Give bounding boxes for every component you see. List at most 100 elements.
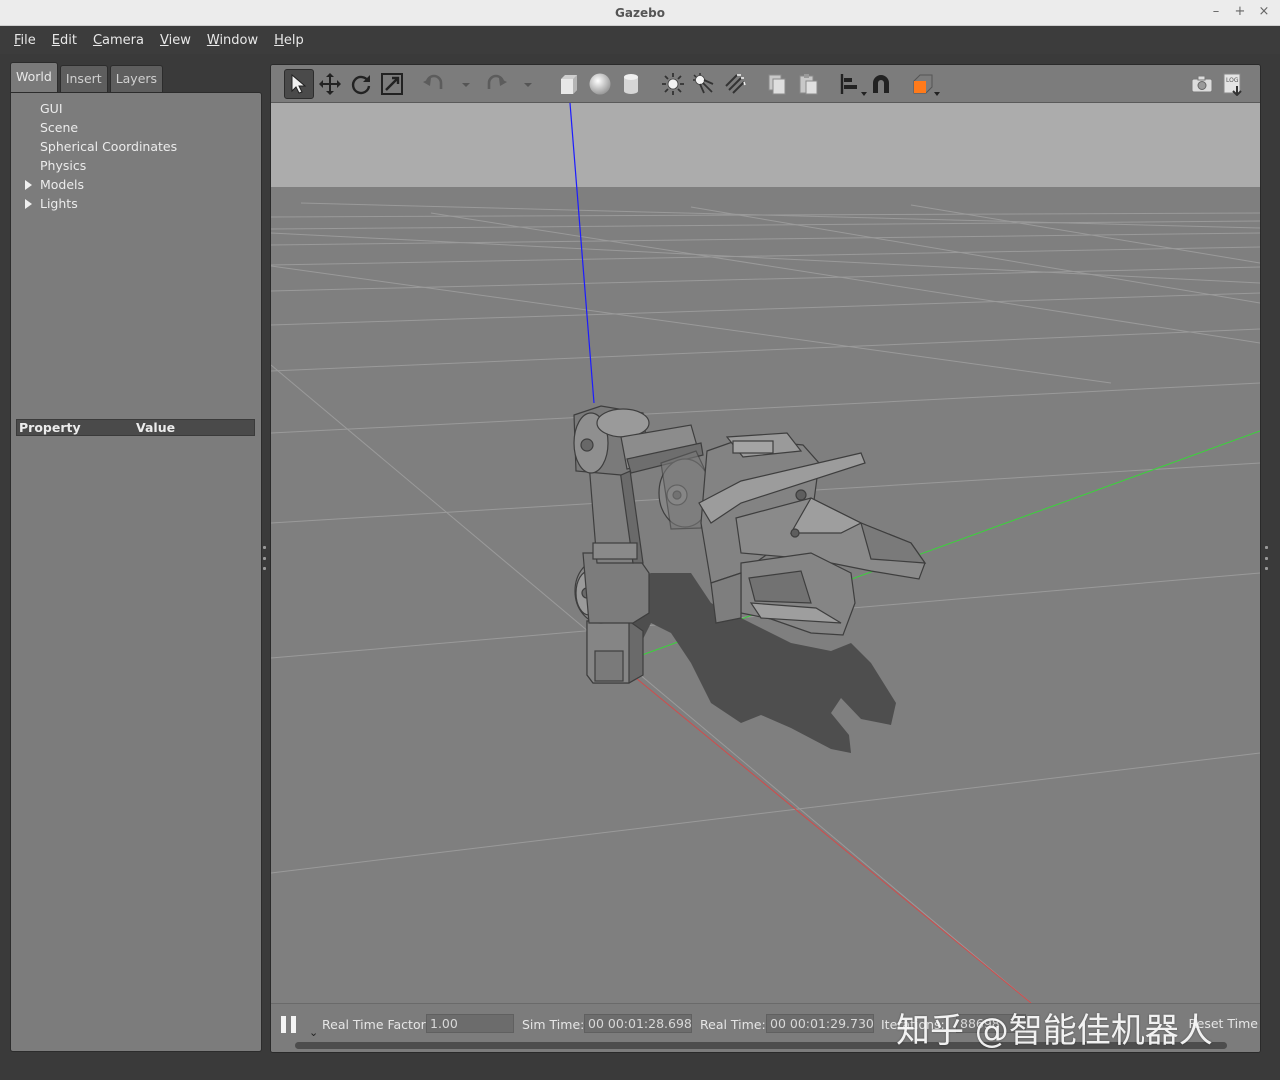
snap-button[interactable] xyxy=(866,69,896,99)
spot-light-icon xyxy=(693,73,714,94)
scale-icon xyxy=(381,73,403,95)
window-title: Gazebo xyxy=(615,6,665,20)
value-column-header[interactable]: Value xyxy=(136,420,175,435)
menu-help-label: elp xyxy=(283,32,304,48)
cylinder-icon xyxy=(624,74,638,94)
select-mode-button[interactable] xyxy=(284,69,314,99)
menu-edit-label: dit xyxy=(60,32,77,48)
redo-icon xyxy=(487,74,507,89)
directional-light-button[interactable] xyxy=(720,69,750,99)
tab-insert[interactable]: Insert xyxy=(59,65,108,92)
menu-view-label: iew xyxy=(168,32,191,48)
world-panel: GUI Scene Spherical Coordinates Physics … xyxy=(10,92,262,1052)
paste-button[interactable] xyxy=(793,69,823,99)
menu-camera-accel: C xyxy=(92,32,103,48)
close-button[interactable]: × xyxy=(1258,4,1270,19)
real-time-value: 00 00:01:29.730 xyxy=(766,1014,874,1033)
align-button[interactable] xyxy=(835,69,867,99)
screenshot-button[interactable] xyxy=(1187,69,1217,99)
box-shape-button[interactable] xyxy=(554,69,584,99)
real-time-factor-label: Real Time Factor: xyxy=(322,1017,430,1032)
3d-scene[interactable] xyxy=(271,103,1260,1003)
viewport-toolbar: LOG xyxy=(271,65,1260,103)
menu-view-accel: V xyxy=(160,32,169,48)
tab-world[interactable]: World xyxy=(10,62,58,92)
camera-icon xyxy=(1191,75,1213,93)
pause-button[interactable] xyxy=(281,1016,297,1033)
tree-item-physics[interactable]: Physics xyxy=(11,156,261,175)
copy-icon xyxy=(768,74,786,95)
menu-help-accel: H xyxy=(274,32,284,48)
undo-icon xyxy=(423,74,443,89)
tree-item-label: Lights xyxy=(40,196,78,211)
redo-history-dropdown[interactable] xyxy=(524,83,532,87)
menu-file-label: ile xyxy=(20,32,36,48)
menu-camera[interactable]: Camera xyxy=(85,33,152,48)
left-splitter-handle[interactable] xyxy=(263,546,266,570)
tree-item-label: GUI xyxy=(40,101,63,116)
copy-button[interactable] xyxy=(762,69,792,99)
menu-camera-label: amera xyxy=(102,32,144,48)
orange-cube-icon xyxy=(913,74,933,94)
log-icon-label: LOG xyxy=(1226,77,1239,84)
menu-window[interactable]: Window xyxy=(199,33,266,48)
menu-window-label: indow xyxy=(219,32,259,48)
menu-window-accel: W xyxy=(206,32,220,48)
log-button[interactable]: LOG xyxy=(1218,69,1248,99)
title-bar: Gazebo – + × xyxy=(0,0,1280,26)
paste-icon xyxy=(799,74,818,95)
tree-item-label: Models xyxy=(40,177,85,192)
tab-layers[interactable]: Layers xyxy=(109,65,164,92)
sim-time-label: Sim Time: xyxy=(522,1017,585,1032)
sphere-shape-button[interactable] xyxy=(585,69,615,99)
menu-file[interactable]: File xyxy=(6,33,44,48)
cylinder-shape-button[interactable] xyxy=(616,69,646,99)
box-icon xyxy=(561,75,577,94)
real-time-label: Real Time: xyxy=(700,1017,766,1032)
tree-item-spherical-coordinates[interactable]: Spherical Coordinates xyxy=(11,137,261,156)
tree-item-label: Physics xyxy=(40,158,87,173)
expand-arrow-icon[interactable] xyxy=(25,180,32,190)
maximize-button[interactable]: + xyxy=(1234,4,1246,19)
menu-help[interactable]: Help xyxy=(266,33,312,48)
tree-item-scene[interactable]: Scene xyxy=(11,118,261,137)
tree-item-models[interactable]: Models xyxy=(11,175,261,194)
arrow-pointer-icon xyxy=(291,73,307,94)
menu-view[interactable]: View xyxy=(152,33,199,48)
undo-button[interactable] xyxy=(419,69,449,99)
minimize-button[interactable]: – xyxy=(1210,4,1222,19)
tree-item-label: Spherical Coordinates xyxy=(40,139,178,154)
render-viewport: LOG ⌄ Real Time Factor: 1.00 Sim Time: 0… xyxy=(270,64,1261,1053)
view-angle-button[interactable] xyxy=(908,69,940,99)
zhihu-watermark: 知乎 @智能佳机器人 xyxy=(896,1011,1213,1051)
tree-item-label: Scene xyxy=(40,120,79,135)
left-panel-tabs: World Insert Layers xyxy=(10,62,165,92)
point-light-button[interactable] xyxy=(658,69,688,99)
sky-backdrop xyxy=(271,103,1260,189)
spot-light-button[interactable] xyxy=(689,69,719,99)
sun-icon xyxy=(662,73,684,95)
scale-mode-button[interactable] xyxy=(377,69,407,99)
tree-item-gui[interactable]: GUI xyxy=(11,99,261,118)
rotate-mode-button[interactable] xyxy=(346,69,376,99)
sphere-icon xyxy=(589,73,611,95)
rotate-icon xyxy=(351,75,371,95)
gazebo-window: Gazebo – + × File Edit Camera View Windo… xyxy=(0,0,1280,1080)
sim-time-value: 00 00:01:28.698 xyxy=(584,1014,692,1033)
log-icon: LOG xyxy=(1223,73,1242,96)
directional-light-icon xyxy=(725,74,746,94)
tree-item-lights[interactable]: Lights xyxy=(11,194,261,213)
move-arrows-icon xyxy=(319,73,341,95)
menu-edit[interactable]: Edit xyxy=(44,33,85,48)
align-icon xyxy=(840,74,857,94)
step-dropdown[interactable]: ⌄ xyxy=(309,1026,318,1039)
expand-arrow-icon[interactable] xyxy=(25,199,32,209)
world-tree: GUI Scene Spherical Coordinates Physics … xyxy=(11,99,261,213)
translate-mode-button[interactable] xyxy=(315,69,345,99)
redo-button[interactable] xyxy=(481,69,511,99)
left-panel: World Insert Layers GUI Scene Spherical … xyxy=(10,62,262,1054)
menu-edit-accel: E xyxy=(51,32,60,48)
property-column-header[interactable]: Property xyxy=(17,420,136,435)
right-splitter-handle[interactable] xyxy=(1265,546,1268,570)
undo-history-dropdown[interactable] xyxy=(462,83,470,87)
